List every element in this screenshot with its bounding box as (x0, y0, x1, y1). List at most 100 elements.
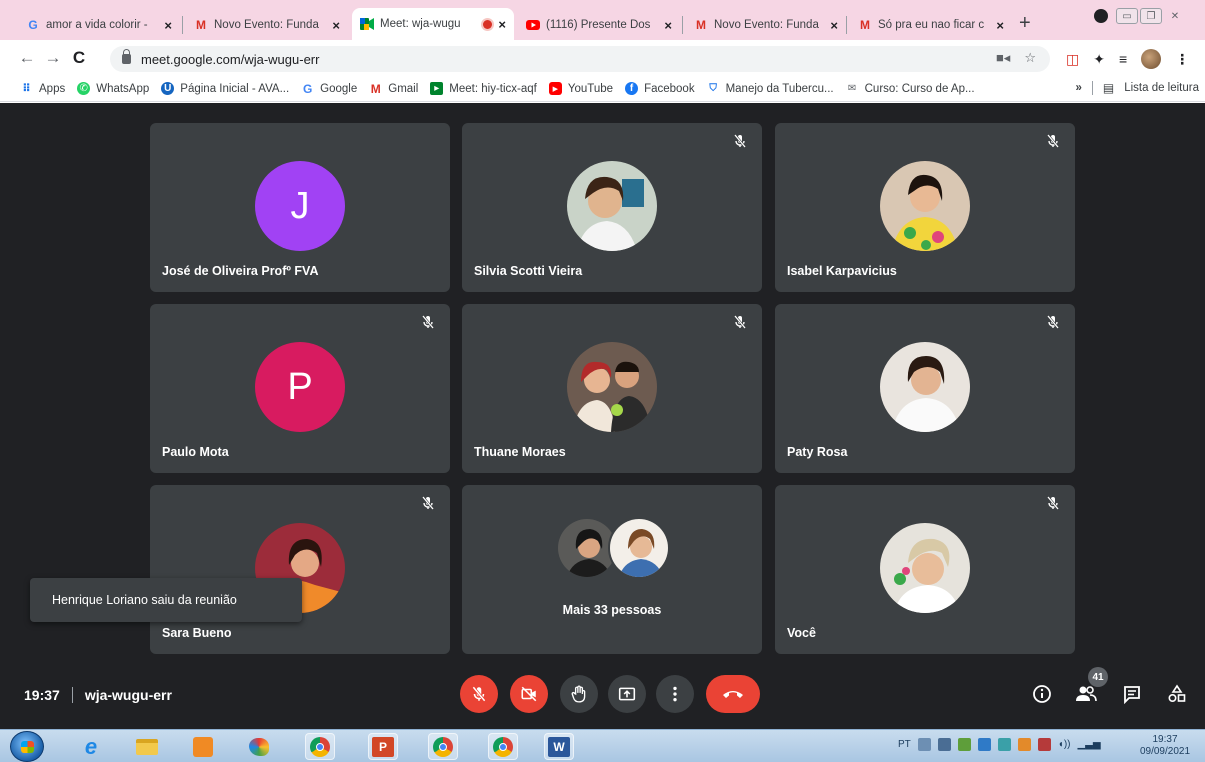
people-button[interactable] (1074, 682, 1098, 706)
close-icon[interactable]: × (498, 17, 506, 32)
media-player-icon[interactable] (188, 733, 218, 760)
present-button[interactable] (608, 675, 646, 713)
google-icon: G (28, 18, 38, 32)
tab-title: Meet: wja-wugu (380, 18, 461, 30)
participant-tile[interactable]: Sara Bueno (150, 485, 450, 654)
tab-divider (682, 16, 683, 34)
start-button[interactable] (10, 731, 44, 762)
meeting-info-button[interactable] (1030, 682, 1054, 706)
paint-icon[interactable] (244, 733, 274, 760)
powerpoint-icon[interactable]: P (368, 733, 398, 760)
forward-arrow-icon[interactable]: → (40, 48, 66, 68)
extension-icon[interactable]: ◫ (1066, 51, 1079, 68)
participant-tile-self[interactable]: Você (775, 485, 1075, 654)
tab-novo-evento-2[interactable]: M Novo Evento: Funda × (686, 10, 846, 40)
bookmark-gmail[interactable]: M Gmail (369, 81, 419, 96)
restore-icon[interactable]: ❐ (1140, 8, 1162, 24)
bookmark-whatsapp[interactable]: ✆ WhatsApp (77, 82, 149, 95)
bookmarks-overflow-icon[interactable]: » (1075, 82, 1081, 94)
internet-explorer-icon[interactable]: e (76, 733, 106, 760)
participant-tile[interactable]: J José de Oliveira Profº FVA (150, 123, 450, 292)
menu-kebab-icon[interactable]: ⋮ (1175, 51, 1189, 68)
address-bar[interactable]: meet.google.com/wja-wugu-err ■◂ ☆ (110, 46, 1050, 72)
media-queue-icon[interactable]: ≡ (1119, 51, 1127, 67)
participant-tile-more-people[interactable]: Mais 33 pessoas (462, 485, 762, 654)
activities-button[interactable] (1165, 682, 1189, 706)
bookmark-facebook[interactable]: f Facebook (625, 82, 695, 95)
bookmark-curso[interactable]: ✉ Curso: Curso de Ap... (846, 82, 975, 95)
puzzle-icon[interactable]: ✦ (1093, 51, 1105, 68)
chrome-profile-icon[interactable] (428, 733, 458, 760)
more-people-label: Mais 33 pessoas (562, 603, 662, 617)
participant-tile[interactable]: Paty Rosa (775, 304, 1075, 473)
word-icon[interactable]: W (544, 733, 574, 760)
participant-tile[interactable]: Isabel Karpavicius (775, 123, 1075, 292)
language-indicator[interactable]: PT (898, 739, 911, 750)
raise-hand-button[interactable] (560, 675, 598, 713)
tray-app-icon[interactable] (977, 738, 991, 751)
gmail-icon: M (860, 18, 870, 32)
bookmark-apps[interactable]: ⠿ Apps (20, 82, 65, 96)
close-icon[interactable]: × (830, 18, 838, 33)
tray-app-icon[interactable] (1037, 738, 1051, 751)
tab-youtube[interactable]: (1116) Presente Dos × (518, 10, 680, 40)
bookmark-google[interactable]: G Google (301, 82, 357, 96)
close-icon[interactable]: × (664, 18, 672, 33)
volume-icon[interactable]: ◖)) (1058, 739, 1071, 750)
reading-list-icon: ▤ (1102, 81, 1115, 95)
bookmark-star-icon[interactable]: ☆ (1024, 50, 1036, 66)
tab-search-icon[interactable] (1094, 9, 1108, 23)
tray-app-icon[interactable] (997, 738, 1011, 751)
participant-tile[interactable]: P Paulo Mota (150, 304, 450, 473)
minimize-icon[interactable]: ▭ (1116, 8, 1138, 24)
chrome-icon[interactable] (305, 733, 335, 760)
bookmark-meet[interactable]: ▸ Meet: hiy-ticx-aqf (430, 82, 537, 95)
close-icon[interactable]: × (332, 18, 340, 33)
participant-tile[interactable]: Silvia Scotti Vieira (462, 123, 762, 292)
extensions-area: ◫ ✦ ≡ ⋮ (1066, 49, 1189, 69)
gmail-icon: M (370, 81, 381, 96)
meet-control-bar: 19:37 wja-wugu-err 41 (0, 667, 1205, 729)
browser-tab-strip: G amor a vida colorir - × M Novo Evento:… (0, 0, 1205, 40)
tab-meet-active[interactable]: Meet: wja-wugu × (352, 8, 514, 40)
url-text: meet.google.com/wja-wugu-err (141, 51, 320, 67)
signal-icon[interactable]: ▁▃▅ (1077, 739, 1100, 750)
bookmark-label: Gmail (388, 82, 419, 95)
tab-amor-a-vida[interactable]: G amor a vida colorir - × (18, 10, 180, 40)
flag-icon[interactable] (937, 738, 951, 751)
leave-call-button[interactable] (706, 675, 760, 713)
participant-name: Silvia Scotti Vieira (474, 264, 583, 278)
bookmark-youtube[interactable]: ▶ YouTube (548, 82, 613, 95)
close-window-icon[interactable]: ✕ (1164, 8, 1186, 24)
profile-avatar[interactable] (1141, 49, 1162, 69)
reload-icon[interactable]: C (66, 48, 92, 68)
tab-novo-evento-1[interactable]: M Novo Evento: Funda × (186, 10, 348, 40)
apps-grid-icon: ⠿ (22, 83, 31, 95)
participant-tile[interactable]: Thuane Moraes (462, 304, 762, 473)
bookmark-ava[interactable]: U Página Inicial - AVA... (161, 82, 289, 95)
bookmark-manejo[interactable]: ⛉ Manejo da Tubercu... (707, 82, 833, 95)
more-options-button[interactable] (656, 675, 694, 713)
tray-app-icon[interactable] (1017, 738, 1031, 751)
participant-name: Thuane Moraes (474, 445, 566, 459)
tab-so-pra-eu[interactable]: M Só pra eu nao ficar c × (850, 10, 1012, 40)
mic-toggle-button[interactable] (460, 675, 498, 713)
tray-app-icon[interactable] (957, 738, 971, 751)
chrome-window-icon[interactable] (488, 733, 518, 760)
raise-hand-icon (571, 685, 586, 703)
file-explorer-icon[interactable] (132, 733, 162, 760)
reading-list-label[interactable]: Lista de leitura (1124, 82, 1199, 94)
back-arrow-icon[interactable]: ← (14, 48, 40, 68)
whatsapp-icon: ✆ (77, 82, 91, 95)
close-icon[interactable]: × (164, 18, 172, 33)
mail-icon: ✉ (847, 83, 857, 94)
chat-button[interactable] (1120, 682, 1144, 706)
new-tab-button[interactable]: + (1019, 12, 1031, 35)
camera-toggle-button[interactable] (510, 675, 548, 713)
camera-in-use-icon[interactable]: ■◂ (996, 50, 1010, 66)
system-clock[interactable]: 19:37 09/09/2021 (1130, 734, 1200, 758)
tab-divider (846, 16, 847, 34)
keyboard-icon[interactable] (917, 738, 931, 751)
close-icon[interactable]: × (996, 18, 1004, 33)
avatar (880, 161, 970, 251)
